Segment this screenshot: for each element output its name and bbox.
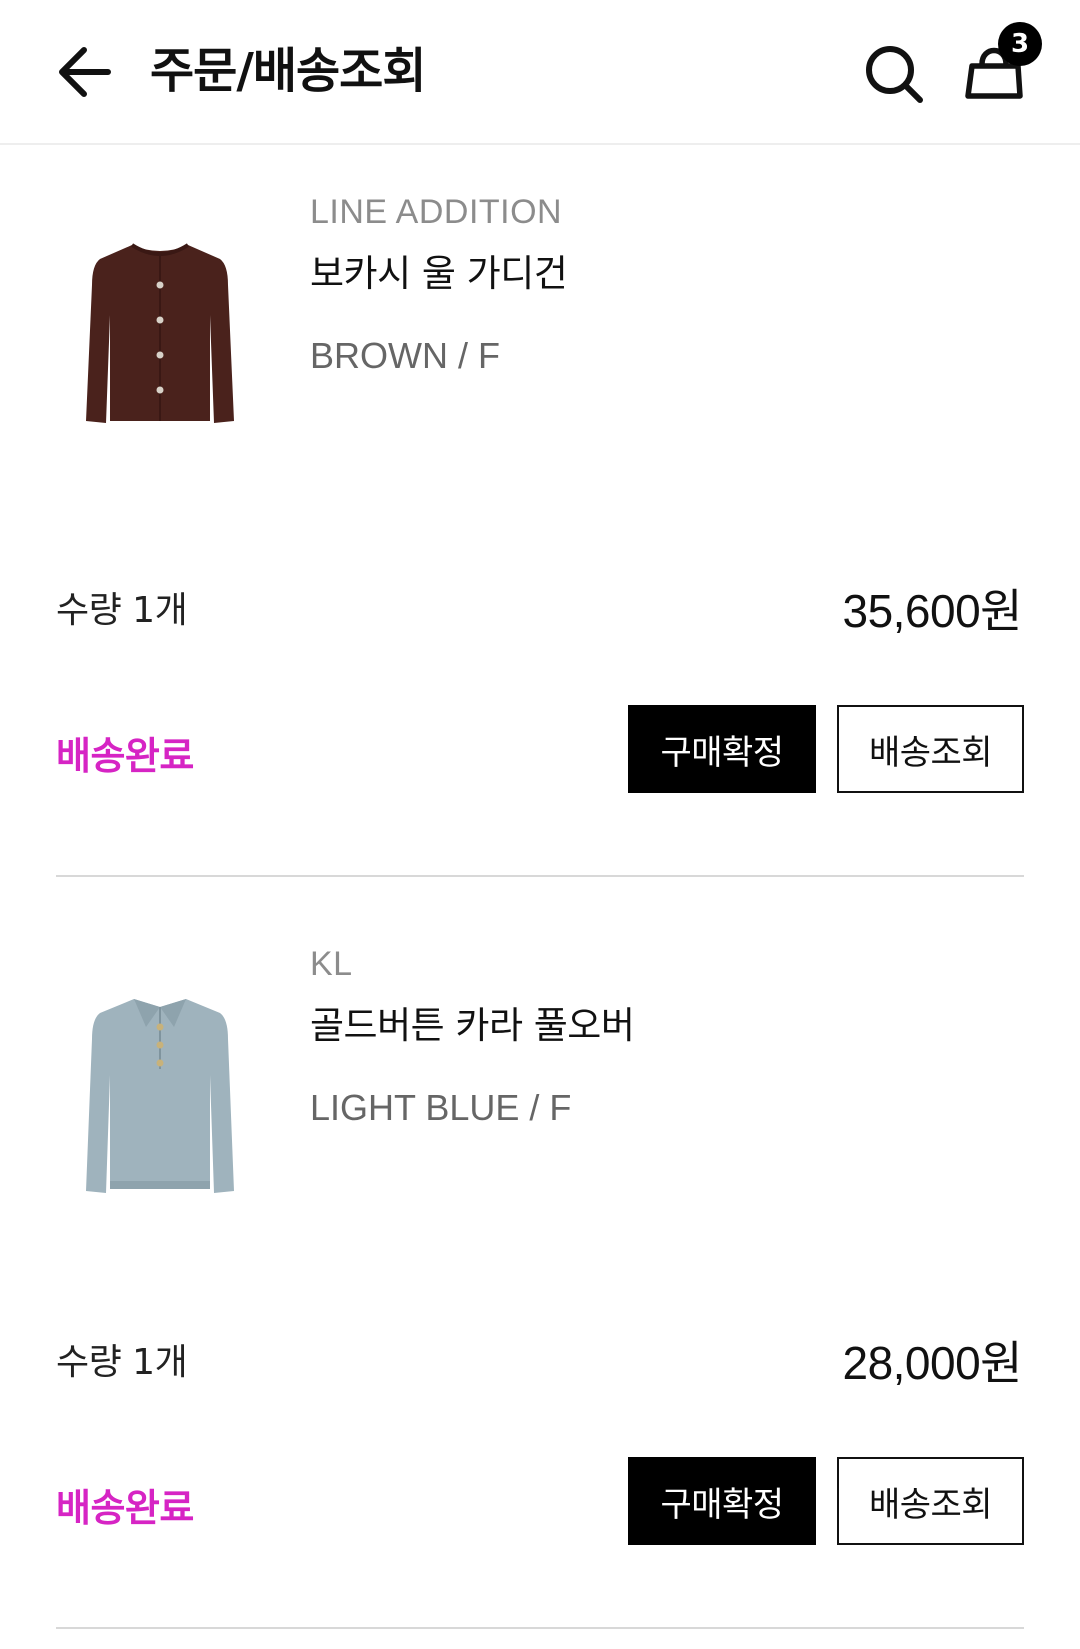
delivery-status: 배송완료 — [56, 734, 194, 778]
back-button[interactable] — [52, 40, 122, 104]
delivery-status: 배송완료 — [56, 1486, 194, 1530]
quantity-label: 수량 1개 — [56, 1342, 188, 1383]
confirm-purchase-button[interactable]: 구매확정 — [628, 1457, 816, 1545]
divider — [56, 875, 1024, 877]
track-delivery-button[interactable]: 배송조회 — [837, 705, 1024, 793]
search-icon — [866, 46, 923, 103]
cart-count-badge: 3 — [998, 22, 1042, 66]
price-label: 28,000원 — [842, 1337, 1022, 1389]
product-thumbnail[interactable] — [70, 977, 250, 1217]
light-blue-collar-pullover-image — [86, 999, 234, 1193]
search-button[interactable] — [862, 42, 926, 106]
divider — [56, 1627, 1024, 1629]
product-name[interactable]: 보카시 울 가디건 — [310, 243, 568, 297]
top-app-bar: 주문/배송조회 3 — [0, 0, 1080, 145]
product-thumbnail[interactable] — [70, 225, 250, 465]
track-delivery-button[interactable]: 배송조회 — [837, 1457, 1024, 1545]
order-item: LINE ADDITION 보카시 울 가디건 BROWN / F 수량 1개 … — [0, 145, 1080, 897]
product-brand: KL — [310, 945, 353, 983]
quantity-label: 수량 1개 — [56, 590, 188, 631]
order-item: KL 골드버튼 카라 풀오버 LIGHT BLUE / F 수량 1개 28,0… — [0, 897, 1080, 1649]
arrow-left-icon — [59, 47, 111, 97]
page-title: 주문/배송조회 — [150, 43, 426, 99]
cart-button[interactable]: 3 — [962, 22, 1042, 106]
brown-cardigan-image — [86, 243, 234, 423]
product-brand: LINE ADDITION — [310, 193, 563, 231]
price-label: 35,600원 — [842, 585, 1022, 637]
confirm-purchase-button[interactable]: 구매확정 — [628, 705, 816, 793]
product-option: BROWN / F — [310, 335, 500, 376]
product-name[interactable]: 골드버튼 카라 풀오버 — [310, 995, 635, 1049]
product-option: LIGHT BLUE / F — [310, 1087, 572, 1128]
